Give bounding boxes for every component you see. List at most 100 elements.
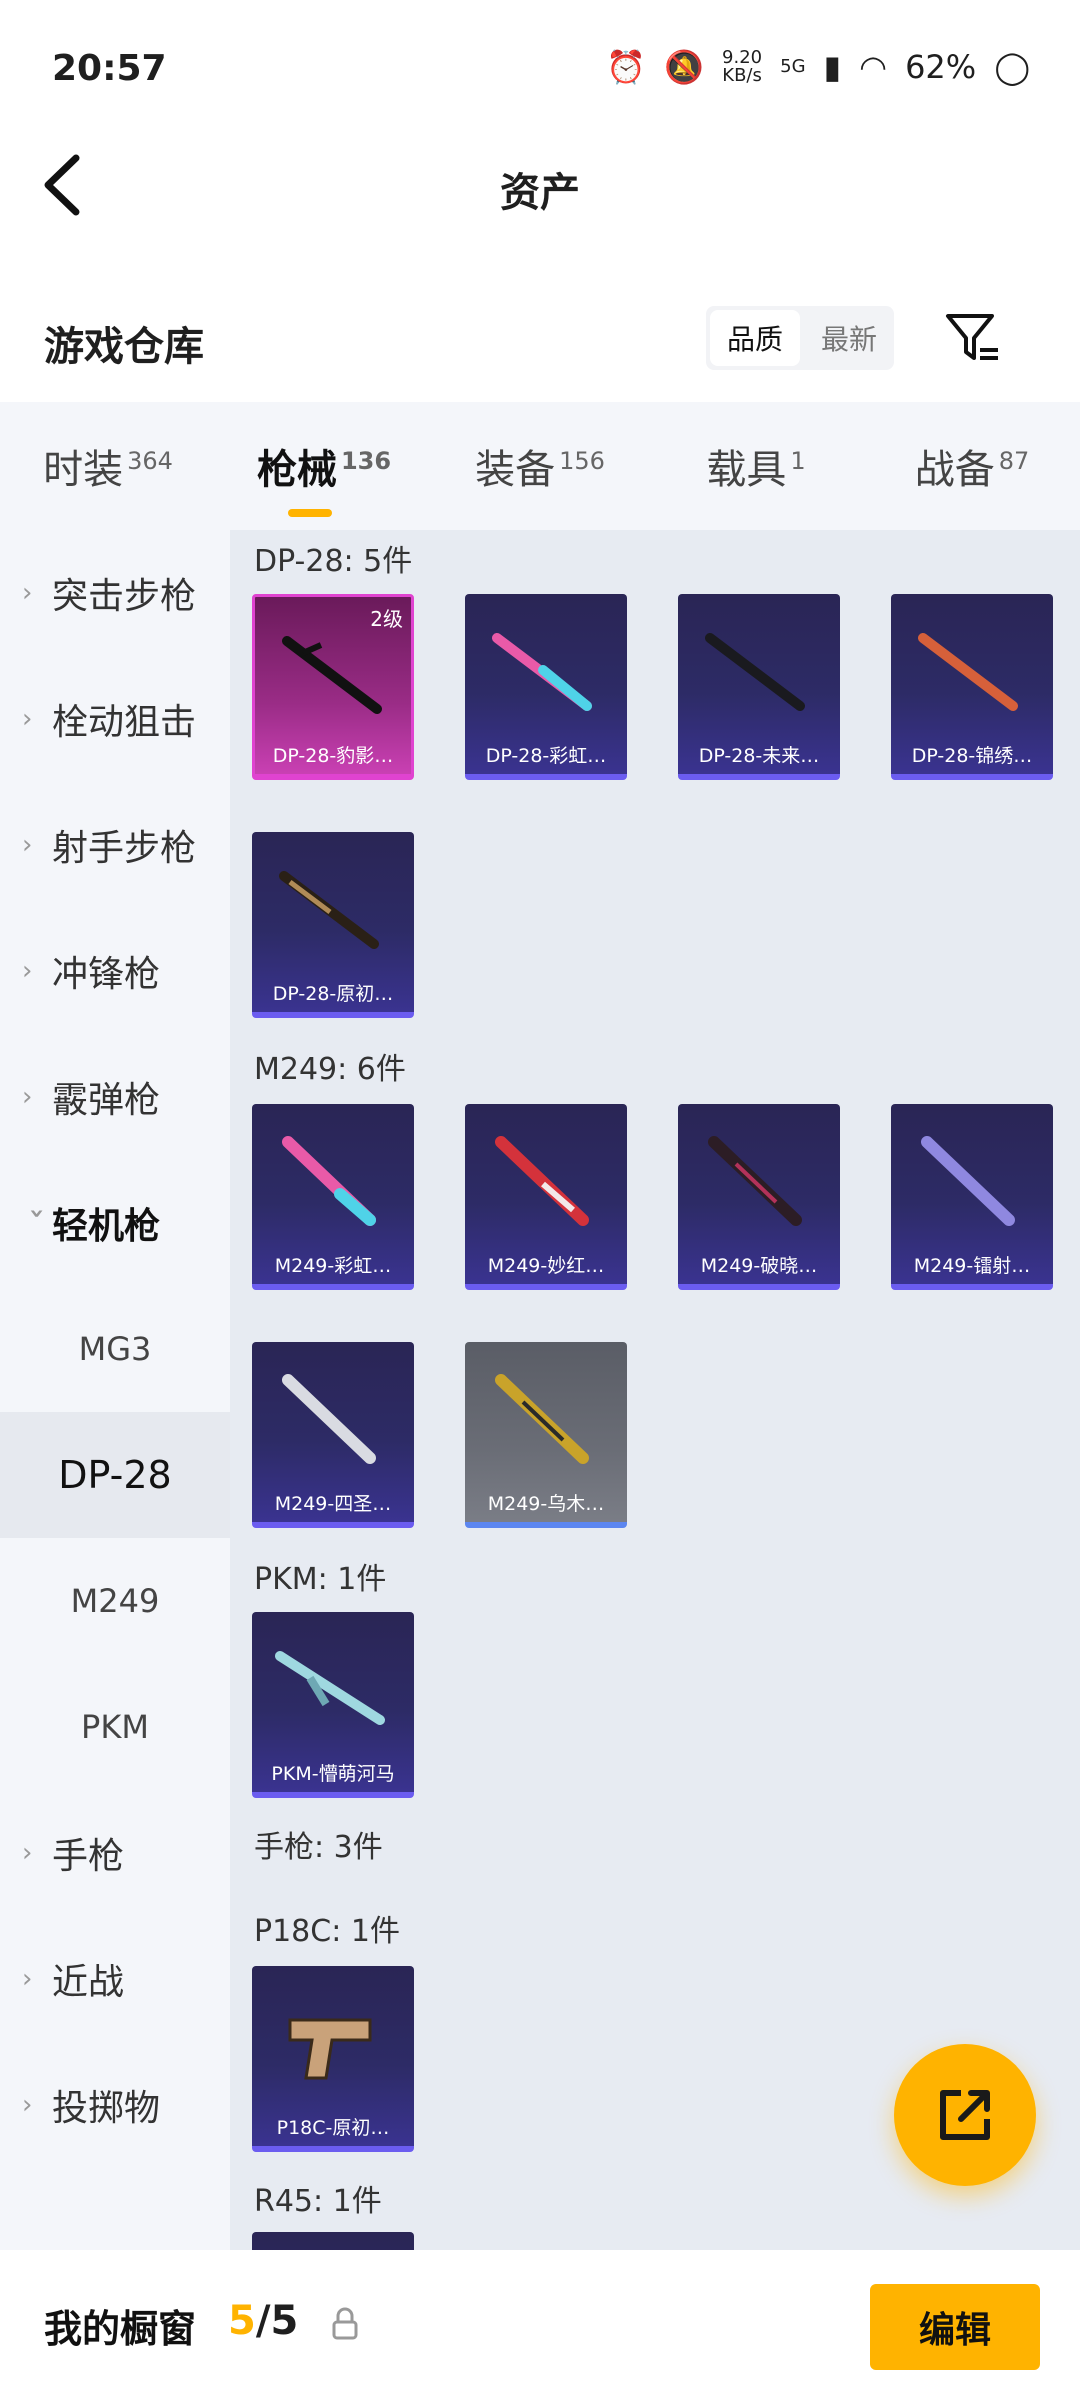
sidebar-sub-mg3[interactable]: MG3 bbox=[0, 1286, 230, 1412]
group-title-r45: R45: 1件 bbox=[254, 2184, 382, 2219]
weapon-name: M249-四圣… bbox=[274, 1493, 392, 1515]
tab-weapons[interactable]: 枪械 136 bbox=[216, 437, 432, 495]
weapon-name: M249-破晓… bbox=[700, 1255, 818, 1277]
sort-quality-button[interactable]: 品质 bbox=[710, 310, 800, 366]
sort-newest-button[interactable]: 最新 bbox=[804, 306, 894, 370]
group-title-m249: M249: 6件 bbox=[254, 1052, 406, 1087]
warehouse-header: 游戏仓库 品质 最新 bbox=[0, 290, 1080, 400]
weapon-name: M249-乌木… bbox=[487, 1493, 605, 1515]
weapon-name: DP-28-未来… bbox=[698, 745, 820, 767]
weapon-name: DP-28-彩虹… bbox=[485, 745, 607, 767]
sidebar-sub-m249[interactable]: M249 bbox=[0, 1538, 230, 1664]
weapon-name: DP-28-原初… bbox=[272, 983, 394, 1005]
sidebar-item-pistol[interactable]: › 手枪 bbox=[0, 1790, 230, 1916]
showcase-count: 5/5 bbox=[228, 2298, 299, 2344]
weapon-name: M249-镭射… bbox=[913, 1255, 1031, 1277]
clock: 20:57 bbox=[52, 48, 167, 89]
tab-equipment[interactable]: 装备 156 bbox=[432, 437, 648, 495]
chevron-right-icon: › bbox=[22, 578, 33, 608]
gun-icon bbox=[282, 1136, 376, 1226]
chevron-right-icon: › bbox=[22, 830, 33, 860]
gun-icon bbox=[282, 1374, 376, 1464]
weapon-card[interactable] bbox=[252, 2232, 414, 2250]
chevron-right-icon: › bbox=[22, 956, 33, 986]
weapon-card[interactable]: M249-四圣… bbox=[252, 1342, 414, 1528]
sidebar-item-bolt-sniper[interactable]: › 栓动狙击 bbox=[0, 656, 230, 782]
wifi-icon: ◠ bbox=[859, 48, 888, 86]
weapon-card[interactable]: 2级 DP-28-豹影… bbox=[252, 594, 414, 780]
gun-icon bbox=[492, 633, 592, 711]
chevron-right-icon: › bbox=[22, 704, 33, 734]
sort-toggle: 品质 最新 bbox=[706, 306, 894, 370]
nav-bar: 资产 bbox=[0, 140, 1080, 240]
signal-icon: ▮ bbox=[823, 48, 842, 86]
chevron-down-icon: › bbox=[22, 1208, 52, 1219]
gun-icon bbox=[275, 1651, 385, 1725]
lock-icon bbox=[332, 2307, 358, 2340]
weapon-card[interactable]: M249-破晓… bbox=[678, 1104, 840, 1290]
weapon-card[interactable]: DP-28-锦绣… bbox=[891, 594, 1053, 780]
weapon-card[interactable]: P18C-原初… bbox=[252, 1966, 414, 2152]
sidebar-sub-pkm[interactable]: PKM bbox=[0, 1664, 230, 1790]
alarm-icon: ⏰ bbox=[606, 48, 647, 86]
gun-icon bbox=[918, 633, 1018, 711]
filter-icon[interactable] bbox=[940, 306, 1004, 370]
battery-text: 62% bbox=[905, 48, 977, 86]
weapon-grid: DP-28: 5件 2级 DP-28-豹影… DP-28-彩虹… DP-28-未… bbox=[230, 530, 1080, 2250]
mute-icon: 🔕 bbox=[664, 48, 705, 86]
sidebar-item-lmg[interactable]: › 轻机枪 bbox=[0, 1160, 230, 1286]
battery-icon: ◯ bbox=[994, 48, 1030, 86]
gun-icon bbox=[921, 1136, 1015, 1226]
status-icons: ⏰ 🔕 9.20 KB/s 5G ▮ ◠ 62% ◯ bbox=[606, 48, 1030, 86]
gun-icon bbox=[495, 1374, 589, 1464]
sidebar-item-smg[interactable]: › 冲锋枪 bbox=[0, 908, 230, 1034]
gun-icon bbox=[708, 1136, 802, 1226]
warehouse-title: 游戏仓库 bbox=[44, 324, 204, 370]
group-title-pistol: 手枪: 3件 bbox=[254, 1830, 383, 1865]
tab-vehicles[interactable]: 载具 1 bbox=[648, 437, 864, 495]
weapon-type-sidebar: › 突击步枪 › 栓动狙击 › 射手步枪 › 冲锋枪 › 霰弹枪 › 轻机枪 MG3 DP-… bbox=[0, 530, 230, 2250]
share-fab[interactable] bbox=[894, 2044, 1036, 2186]
network-speed: 9.20 KB/s bbox=[722, 47, 763, 86]
share-icon bbox=[940, 2090, 990, 2140]
weapon-name: P18C-原初… bbox=[276, 2117, 390, 2139]
page-title: 资产 bbox=[500, 170, 580, 216]
weapon-card[interactable]: DP-28-彩虹… bbox=[465, 594, 627, 780]
chevron-right-icon: › bbox=[22, 2090, 33, 2120]
weapon-card[interactable]: DP-28-原初… bbox=[252, 832, 414, 1018]
showcase-label: 我的橱窗 bbox=[44, 2307, 197, 2351]
gun-icon bbox=[279, 871, 379, 949]
weapon-name: PKM-懵萌河马 bbox=[271, 1763, 395, 1785]
sidebar-item-marksman-rifle[interactable]: › 射手步枪 bbox=[0, 782, 230, 908]
tab-gear[interactable]: 战备 87 bbox=[864, 437, 1080, 495]
chevron-right-icon: › bbox=[22, 1838, 33, 1868]
gun-icon bbox=[282, 636, 382, 714]
chevron-right-icon: › bbox=[22, 1082, 33, 1112]
sidebar-sub-dp28[interactable]: DP-28 bbox=[0, 1412, 230, 1538]
sidebar-item-throwable[interactable]: › 投掷物 bbox=[0, 2042, 230, 2168]
showcase-bar: 我的橱窗 5/5 编辑 bbox=[0, 2250, 1080, 2400]
sidebar-item-shotgun[interactable]: › 霰弹枪 bbox=[0, 1034, 230, 1160]
weapon-name: M249-妙红… bbox=[487, 1255, 605, 1277]
edit-button[interactable]: 编辑 bbox=[870, 2284, 1040, 2370]
tab-fashion[interactable]: 时装 364 bbox=[0, 437, 216, 495]
weapon-name: DP-28-锦绣… bbox=[911, 745, 1033, 767]
sidebar-item-melee[interactable]: › 近战 bbox=[0, 1916, 230, 2042]
weapon-card[interactable]: M249-镭射… bbox=[891, 1104, 1053, 1290]
weapon-card[interactable]: M249-彩虹… bbox=[252, 1104, 414, 1290]
group-title-dp28: DP-28: 5件 bbox=[254, 544, 413, 579]
chevron-right-icon: › bbox=[22, 1964, 33, 1994]
group-title-p18c: P18C: 1件 bbox=[254, 1914, 400, 1949]
weapon-card[interactable]: DP-28-未来… bbox=[678, 594, 840, 780]
weapon-name: DP-28-豹影… bbox=[272, 745, 394, 767]
sidebar-item-assault-rifle[interactable]: › 突击步枪 bbox=[0, 530, 230, 656]
gun-icon bbox=[495, 1136, 589, 1226]
weapon-name: M249-彩虹… bbox=[274, 1255, 392, 1277]
pistol-icon bbox=[288, 2018, 372, 2080]
weapon-card[interactable]: M249-乌木… bbox=[465, 1342, 627, 1528]
group-title-pkm: PKM: 1件 bbox=[254, 1562, 387, 1597]
weapon-card[interactable]: PKM-懵萌河马 bbox=[252, 1612, 414, 1798]
weapon-card[interactable]: M249-妙红… bbox=[465, 1104, 627, 1290]
signal-label: 5G bbox=[780, 56, 806, 77]
status-bar: 20:57 ⏰ 🔕 9.20 KB/s 5G ▮ ◠ 62% ◯ bbox=[0, 0, 1080, 140]
